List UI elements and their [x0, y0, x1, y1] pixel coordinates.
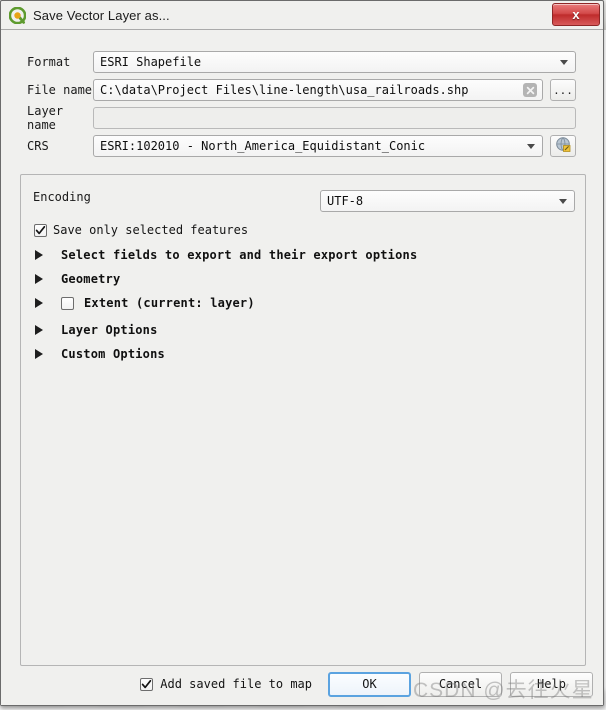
encoding-row: Encoding UTF-8 [33, 190, 575, 212]
section-label: Layer Options [61, 323, 158, 337]
chevron-down-icon [560, 60, 568, 65]
chevron-right-icon [35, 325, 51, 335]
section-label: Extent (current: layer) [84, 296, 255, 310]
section-label: Select fields to export and their export… [61, 248, 418, 262]
section-extent[interactable]: Extent (current: layer) [35, 294, 255, 312]
format-row: Format ESRI Shapefile [27, 51, 576, 73]
format-value: ESRI Shapefile [100, 55, 202, 69]
section-custom-options[interactable]: Custom Options [35, 345, 165, 363]
crs-value: ESRI:102010 - North_America_Equidistant_… [100, 139, 426, 153]
section-geometry[interactable]: Geometry [35, 270, 120, 288]
save-vector-layer-dialog: Save Vector Layer as... x Format ESRI Sh… [0, 0, 604, 706]
crs-combobox[interactable]: ESRI:102010 - North_America_Equidistant_… [93, 135, 543, 157]
layer-name-row: Layer name [27, 104, 576, 132]
encoding-combobox[interactable]: UTF-8 [320, 190, 575, 212]
section-layer-options[interactable]: Layer Options [35, 321, 158, 339]
chevron-down-icon [559, 199, 567, 204]
qgis-logo-icon [8, 6, 27, 24]
crs-row: CRS ESRI:102010 - North_America_Equidist… [27, 135, 576, 157]
chevron-right-icon [35, 250, 51, 260]
clear-x-icon[interactable] [523, 83, 537, 97]
crs-label: CRS [27, 139, 49, 153]
layer-name-label: Layer name [27, 104, 64, 132]
chevron-right-icon [35, 298, 51, 308]
file-name-row: File name C:\data\Project Files\line-len… [27, 79, 576, 101]
close-button[interactable]: x [552, 3, 600, 26]
layer-name-input[interactable] [93, 107, 576, 129]
browse-file-button[interactable]: ... [550, 79, 576, 101]
dialog-button-bar: Add saved file to map OK Cancel Help [1, 671, 605, 697]
add-saved-file-label: Add saved file to map [160, 677, 312, 691]
select-crs-button[interactable] [550, 135, 576, 157]
chevron-down-icon [527, 144, 535, 149]
chevron-right-icon [35, 274, 51, 284]
chevron-right-icon [35, 349, 51, 359]
section-select-fields[interactable]: Select fields to export and their export… [35, 246, 417, 264]
save-only-selected-row[interactable]: Save only selected features [34, 223, 248, 237]
file-name-value: C:\data\Project Files\line-length\usa_ra… [100, 83, 469, 97]
help-button[interactable]: Help [510, 671, 593, 697]
encoding-label: Encoding [33, 190, 91, 204]
format-combobox[interactable]: ESRI Shapefile [93, 51, 576, 73]
dialog-body: Format ESRI Shapefile File name C:\data\… [1, 29, 603, 705]
section-label: Custom Options [61, 347, 165, 361]
format-label: Format [27, 55, 71, 69]
file-name-input[interactable]: C:\data\Project Files\line-length\usa_ra… [93, 79, 543, 101]
save-only-selected-checkbox[interactable] [34, 223, 47, 237]
add-saved-file-checkbox[interactable] [140, 677, 154, 691]
extent-checkbox[interactable] [61, 296, 74, 310]
ok-button[interactable]: OK [328, 671, 411, 697]
save-only-selected-label: Save only selected features [53, 223, 249, 237]
close-icon: x [572, 7, 580, 22]
encoding-value: UTF-8 [327, 194, 364, 208]
section-label: Geometry [61, 272, 121, 286]
dialog-titlebar: Save Vector Layer as... x [1, 1, 603, 29]
export-options-groupbox: Encoding UTF-8 Save only selected featur… [20, 174, 586, 666]
dialog-title: Save Vector Layer as... [33, 7, 170, 23]
add-saved-file-row[interactable]: Add saved file to map [140, 677, 312, 691]
file-name-label: File name [27, 83, 93, 97]
globe-edit-icon [555, 136, 572, 156]
cancel-button[interactable]: Cancel [419, 671, 502, 697]
